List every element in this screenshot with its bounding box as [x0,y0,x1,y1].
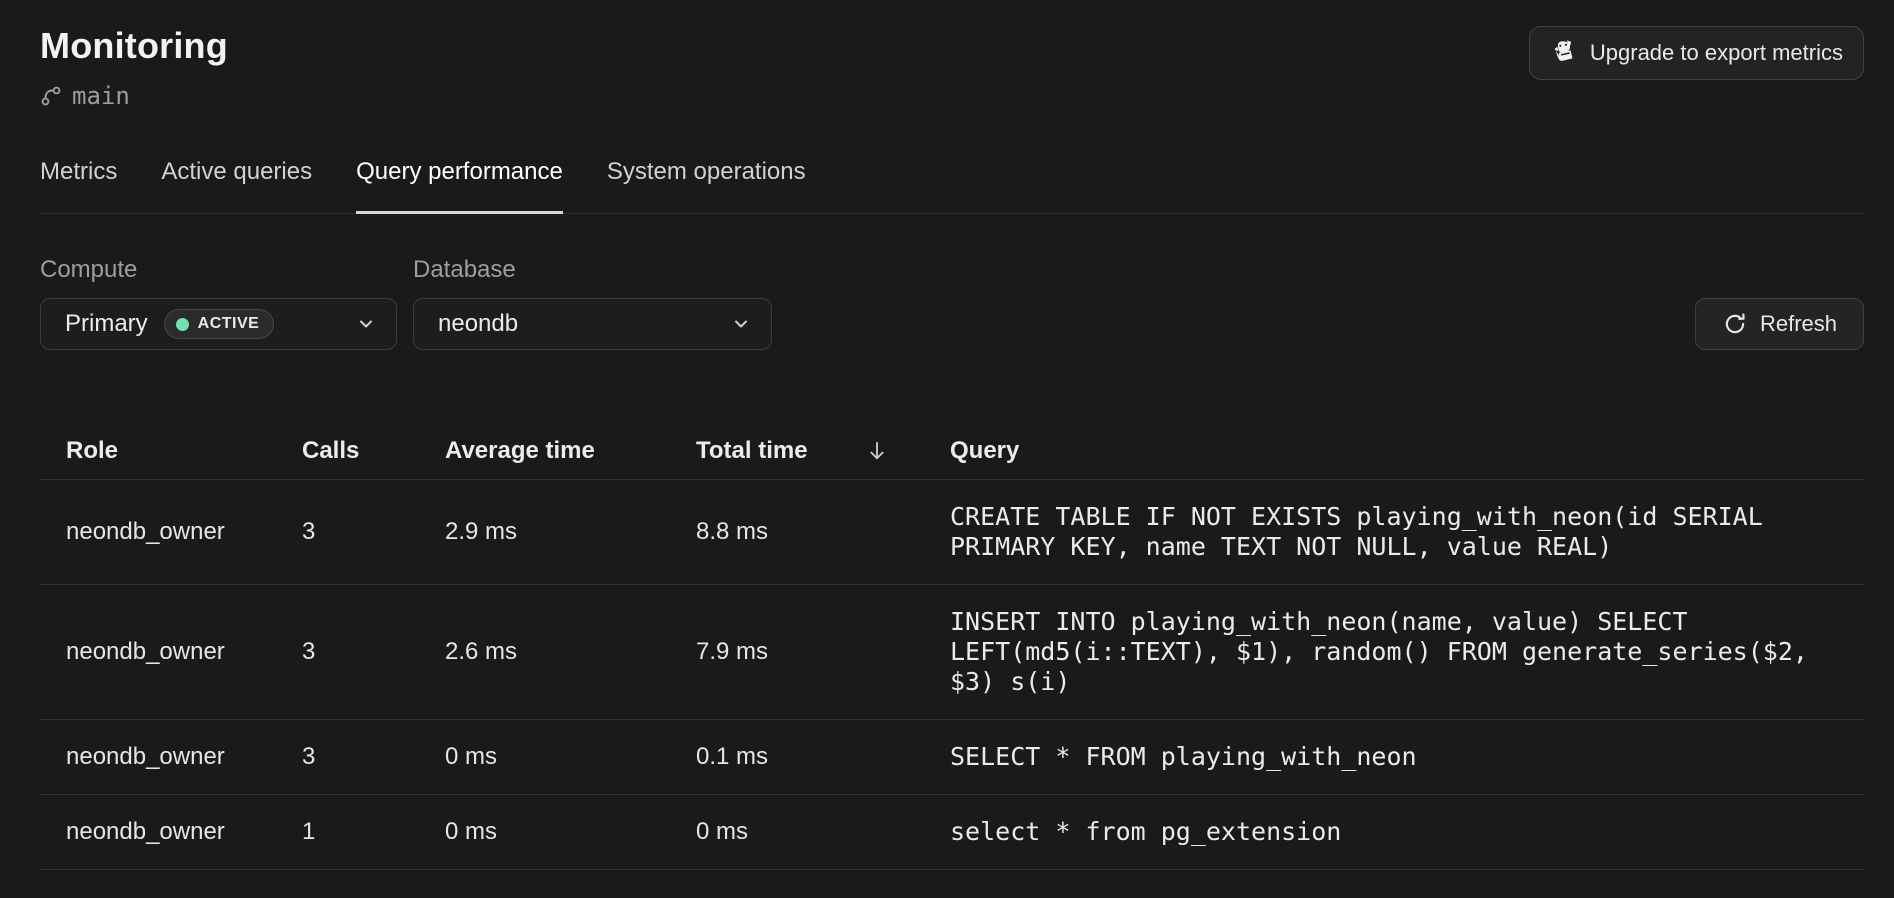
cell-calls: 3 [302,743,316,770]
cell-role: neondb_owner [66,743,225,770]
active-status-label: ACTIVE [197,315,260,332]
branch-indicator: main [40,81,228,111]
column-header-total-time[interactable]: Total time [696,437,950,465]
compute-label: Compute [40,256,138,283]
active-status-dot [175,317,189,331]
table-row: neondb_owner 3 2.9 ms 8.8 ms CREATE TABL… [40,480,1864,585]
filters-row: Compute Primary ACTIVE Database neondb R… [40,256,1864,350]
compute-select-value: Primary [65,310,148,337]
database-label: Database [413,256,516,283]
branch-icon [40,85,62,107]
cell-total-time: 7.9 ms [696,638,769,665]
cell-query: SELECT * FROM playing_with_neon [950,742,1417,771]
column-header-role[interactable]: Role [40,437,302,465]
refresh-icon [1722,311,1748,337]
cell-average-time: 0 ms [445,818,498,845]
cell-query: select * from pg_extension [950,817,1342,846]
cell-calls: 1 [302,818,316,845]
table-row: neondb_owner 3 0 ms 0.1 ms SELECT * FROM… [40,720,1864,795]
column-header-average-time[interactable]: Average time [445,437,696,465]
cell-total-time: 0.1 ms [696,743,769,770]
column-header-total-time-label: Total time [696,436,808,464]
cell-average-time: 2.6 ms [445,638,518,665]
tab-metrics[interactable]: Metrics [40,157,117,213]
monitoring-tabs: Metrics Active queries Query performance… [40,157,1864,214]
table-row: neondb_owner 3 2.6 ms 7.9 ms INSERT INTO… [40,585,1864,720]
cell-calls: 3 [302,518,316,545]
upgrade-to-export-metrics-button[interactable]: Upgrade to export metrics [1528,26,1864,80]
cell-average-time: 0 ms [445,743,498,770]
query-performance-table: Role Calls Average time Total time Query… [40,422,1864,870]
cell-total-time: 8.8 ms [696,518,769,545]
database-filter: Database neondb [413,256,772,350]
cell-calls: 3 [302,638,316,665]
monitoring-page: Monitoring main Upgrade to export metric… [0,0,1894,898]
cell-role: neondb_owner [66,638,225,665]
datadog-icon [1550,39,1578,67]
column-header-calls[interactable]: Calls [302,437,445,465]
table-header-row: Role Calls Average time Total time Query [40,422,1864,480]
page-title: Monitoring [40,25,228,66]
table-row: neondb_owner 1 0 ms 0 ms select * from p… [40,795,1864,870]
cell-query: INSERT INTO playing_with_neon(name, valu… [950,607,1808,696]
title-block: Monitoring main [40,24,228,111]
branch-name: main [72,82,130,110]
cell-role: neondb_owner [66,818,225,845]
page-header: Monitoring main Upgrade to export metric… [40,24,1864,111]
database-select-value: neondb [438,310,519,337]
cell-role: neondb_owner [66,518,225,545]
compute-select[interactable]: Primary ACTIVE [40,298,397,350]
chevron-down-icon [356,314,376,334]
upgrade-button-label: Upgrade to export metrics [1589,40,1843,65]
cell-query: CREATE TABLE IF NOT EXISTS playing_with_… [950,502,1763,561]
tab-query-performance[interactable]: Query performance [356,157,563,214]
cell-average-time: 2.9 ms [445,518,518,545]
compute-filter: Compute Primary ACTIVE [40,256,397,350]
chevron-down-icon [731,314,751,334]
column-header-query[interactable]: Query [950,437,1864,465]
tab-active-queries[interactable]: Active queries [161,157,312,213]
refresh-button[interactable]: Refresh [1694,298,1864,350]
tab-system-operations[interactable]: System operations [607,157,806,213]
compute-status-badge: ACTIVE [163,309,275,339]
database-select[interactable]: neondb [413,298,772,350]
refresh-button-label: Refresh [1759,311,1837,336]
cell-total-time: 0 ms [696,818,749,845]
arrow-down-icon [864,438,890,464]
